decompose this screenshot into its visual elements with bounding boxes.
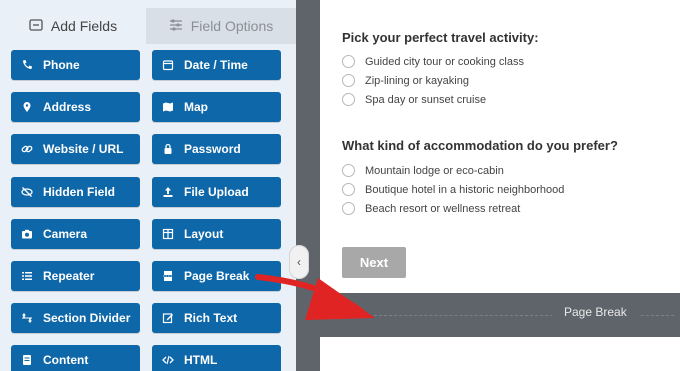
field-button-hidden-field[interactable]: Hidden Field	[11, 176, 140, 207]
field-button-label: Date / Time	[184, 58, 248, 72]
q1-option-3[interactable]: Spa day or sunset cruise	[342, 93, 486, 106]
option-label: Mountain lodge or eco-cabin	[365, 164, 504, 177]
field-button-label: Camera	[43, 226, 88, 241]
field-button-repeater[interactable]: Repeater	[11, 261, 140, 291]
page-break-label: Page Break	[552, 305, 639, 319]
field-button-date-time[interactable]: Date / Time	[152, 50, 281, 80]
radio-button[interactable]	[342, 93, 355, 106]
fields-panel: Add Fields Field Options Phone Date / Tim…	[0, 0, 296, 371]
map-pin-icon	[21, 101, 33, 113]
upload-icon	[162, 186, 174, 198]
option-label: Zip-lining or kayaking	[365, 74, 469, 87]
field-button-address[interactable]: Address	[11, 92, 140, 123]
collapse-panel-button[interactable]: ‹	[289, 245, 309, 279]
field-button-html[interactable]: HTML	[152, 345, 281, 371]
page-break-divider[interactable]: Page Break	[296, 293, 680, 337]
layout-icon	[162, 228, 174, 240]
option-label: Beach resort or wellness retreat	[365, 202, 521, 215]
arrows-vertical-icon	[21, 312, 33, 324]
phone-icon	[21, 59, 33, 71]
map-icon	[162, 101, 174, 113]
radio-button[interactable]	[342, 55, 355, 68]
eye-slash-icon	[21, 186, 33, 198]
option-label: Guided city tour or cooking class	[365, 55, 524, 68]
field-button-label: Content	[43, 353, 89, 368]
field-button-map[interactable]: Map	[152, 92, 281, 123]
form-preview: Pick your perfect travel activity: Guide…	[320, 0, 680, 293]
field-button-label: Password	[184, 142, 241, 157]
field-button-label: Hidden Field	[43, 184, 115, 199]
lock-icon	[162, 143, 174, 155]
field-button-label: Website / URL	[43, 142, 124, 157]
option-label: Boutique hotel in a historic neighborhoo…	[365, 183, 565, 196]
field-button-label: Repeater	[43, 269, 95, 283]
field-button-password[interactable]: Password	[152, 134, 281, 165]
field-button-label: Section Divider	[43, 311, 131, 326]
edit-icon	[162, 312, 174, 324]
field-button-section-divider[interactable]: Section Divider	[11, 303, 140, 334]
radio-button[interactable]	[342, 183, 355, 196]
q2-option-2[interactable]: Boutique hotel in a historic neighborhoo…	[342, 183, 564, 196]
field-button-file-upload[interactable]: File Upload	[152, 176, 281, 207]
field-button-label: Rich Text	[184, 311, 238, 326]
grid-icon	[29, 18, 43, 35]
field-button-label: Layout	[184, 226, 224, 241]
field-button-layout[interactable]: Layout	[152, 218, 281, 249]
page-break-icon	[162, 270, 174, 282]
list-icon	[21, 270, 33, 282]
q1-option-1[interactable]: Guided city tour or cooking class	[342, 55, 524, 68]
camera-icon	[21, 228, 33, 240]
q2-option-3[interactable]: Beach resort or wellness retreat	[342, 202, 520, 215]
q2-option-1[interactable]: Mountain lodge or eco-cabin	[342, 164, 504, 177]
field-button-phone[interactable]: Phone	[11, 50, 140, 80]
option-label: Spa day or sunset cruise	[365, 93, 487, 106]
field-button-label: File Upload	[184, 184, 249, 199]
radio-button[interactable]	[342, 202, 355, 215]
link-icon	[21, 143, 33, 155]
question-1-title: Pick your perfect travel activity:	[342, 30, 539, 45]
tab-field-options-label: Field Options	[190, 18, 274, 34]
field-button-label: Phone	[43, 58, 80, 72]
code-icon	[162, 354, 174, 366]
q1-option-2[interactable]: Zip-lining or kayaking	[342, 74, 469, 87]
content-icon	[21, 354, 33, 366]
tab-field-options[interactable]: Field Options	[146, 8, 296, 44]
field-button-label: Address	[43, 100, 92, 115]
field-button-rich-text[interactable]: Rich Text	[152, 303, 281, 334]
field-button-label: Page Break	[184, 269, 250, 283]
field-button-page-break[interactable]: Page Break	[152, 261, 281, 291]
chevron-left-icon: ‹	[297, 255, 301, 269]
tab-add-fields-label: Add Fields	[50, 18, 118, 34]
next-page-area	[320, 337, 680, 371]
field-button-camera[interactable]: Camera	[11, 218, 140, 249]
panel-tabs: Add Fields Field Options	[0, 8, 296, 44]
form-builder: Add Fields Field Options Phone Date / Tim…	[0, 0, 680, 371]
question-2-title: What kind of accommodation do you prefer…	[342, 138, 618, 153]
radio-button[interactable]	[342, 164, 355, 177]
tab-add-fields[interactable]: Add Fields	[0, 8, 146, 44]
field-button-label: HTML	[184, 353, 218, 368]
next-button[interactable]: Next	[342, 247, 406, 278]
field-button-label: Map	[184, 100, 208, 115]
radio-button[interactable]	[342, 74, 355, 87]
calendar-icon	[162, 59, 174, 71]
sliders-icon	[169, 18, 183, 35]
field-button-content[interactable]: Content	[11, 345, 140, 371]
field-button-website-url[interactable]: Website / URL	[11, 134, 140, 165]
